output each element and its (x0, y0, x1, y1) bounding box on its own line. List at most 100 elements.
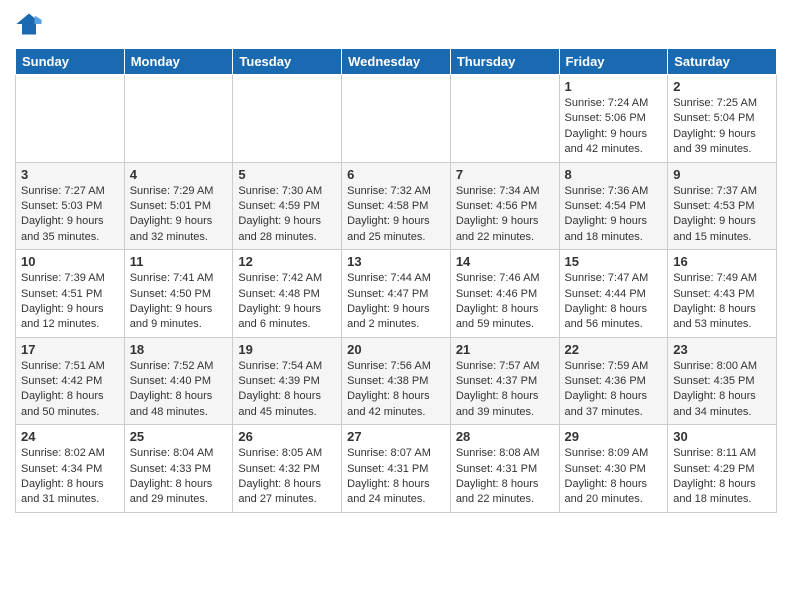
day-number: 16 (673, 254, 771, 269)
calendar-cell: 4 Sunrise: 7:29 AM Sunset: 5:01 PM Daylig… (124, 162, 233, 250)
day-info: Sunrise: 7:27 AM Sunset: 5:03 PM Dayligh… (21, 184, 119, 246)
calendar-cell (342, 75, 451, 163)
calendar-cell: 29 Sunrise: 8:09 AM Sunset: 4:30 PM Dayli… (559, 425, 668, 513)
week-row-1: 1 Sunrise: 7:24 AM Sunset: 5:06 PM Daylig… (16, 75, 777, 163)
day-info: Sunrise: 7:29 AM Sunset: 5:01 PM Dayligh… (130, 184, 228, 246)
day-info: Sunrise: 7:24 AM Sunset: 5:06 PM Dayligh… (565, 96, 663, 158)
calendar-cell: 13 Sunrise: 7:44 AM Sunset: 4:47 PM Dayli… (342, 250, 451, 338)
week-row-5: 24 Sunrise: 8:02 AM Sunset: 4:34 PM Dayli… (16, 425, 777, 513)
calendar-cell: 14Sunrise: 7:46 AM Sunset: 4:46 PM Dayli… (450, 250, 559, 338)
calendar-cell: 8 Sunrise: 7:36 AM Sunset: 4:54 PM Daylig… (559, 162, 668, 250)
calendar-cell: 22 Sunrise: 7:59 AM Sunset: 4:36 PM Dayli… (559, 337, 668, 425)
day-info: Sunrise: 7:32 AM Sunset: 4:58 PM Dayligh… (347, 184, 445, 246)
day-number: 5 (238, 167, 336, 182)
day-number: 8 (565, 167, 663, 182)
day-number: 20 (347, 342, 445, 357)
calendar-cell: 23 Sunrise: 8:00 AM Sunset: 4:35 PM Dayli… (668, 337, 777, 425)
header-day-sunday: Sunday (16, 49, 125, 75)
day-info: Sunrise: 8:05 AM Sunset: 4:32 PM Dayligh… (238, 446, 336, 508)
calendar-cell: 9 Sunrise: 7:37 AM Sunset: 4:53 PM Daylig… (668, 162, 777, 250)
day-info: Sunrise: 8:08 AM Sunset: 4:31 PM Dayligh… (456, 446, 554, 508)
day-number: 29 (565, 429, 663, 444)
day-number: 13 (347, 254, 445, 269)
day-info: Sunrise: 7:56 AM Sunset: 4:38 PM Dayligh… (347, 359, 445, 421)
day-info: Sunrise: 7:51 AM Sunset: 4:42 PM Dayligh… (21, 359, 119, 421)
calendar-cell: 2 Sunrise: 7:25 AM Sunset: 5:04 PM Daylig… (668, 75, 777, 163)
day-info: Sunrise: 7:36 AM Sunset: 4:54 PM Dayligh… (565, 184, 663, 246)
day-info: Sunrise: 7:44 AM Sunset: 4:47 PM Dayligh… (347, 271, 445, 333)
header-day-tuesday: Tuesday (233, 49, 342, 75)
page-header (15, 10, 777, 38)
day-number: 23 (673, 342, 771, 357)
header-day-friday: Friday (559, 49, 668, 75)
day-info: Sunrise: 8:04 AM Sunset: 4:33 PM Dayligh… (130, 446, 228, 508)
calendar-cell: 7Sunrise: 7:34 AM Sunset: 4:56 PM Daylig… (450, 162, 559, 250)
day-info: Sunrise: 7:59 AM Sunset: 4:36 PM Dayligh… (565, 359, 663, 421)
header-day-saturday: Saturday (668, 49, 777, 75)
day-number: 6 (347, 167, 445, 182)
day-info: Sunrise: 8:11 AM Sunset: 4:29 PM Dayligh… (673, 446, 771, 508)
day-info: Sunrise: 7:30 AM Sunset: 4:59 PM Dayligh… (238, 184, 336, 246)
day-info: Sunrise: 7:57 AM Sunset: 4:37 PM Dayligh… (456, 359, 554, 421)
calendar-cell: 10 Sunrise: 7:39 AM Sunset: 4:51 PM Dayli… (16, 250, 125, 338)
day-number: 30 (673, 429, 771, 444)
calendar-cell: 28 Sunrise: 8:08 AM Sunset: 4:31 PM Dayli… (450, 425, 559, 513)
day-number: 1 (565, 79, 663, 94)
day-number: 21 (456, 342, 554, 357)
day-number: 10 (21, 254, 119, 269)
calendar-table: SundayMondayTuesdayWednesdayThursdayFrid… (15, 48, 777, 513)
day-number: 11 (130, 254, 228, 269)
day-info: Sunrise: 7:42 AM Sunset: 4:48 PM Dayligh… (238, 271, 336, 333)
day-info: Sunrise: 8:07 AM Sunset: 4:31 PM Dayligh… (347, 446, 445, 508)
calendar-cell (16, 75, 125, 163)
day-info: Sunrise: 7:49 AM Sunset: 4:43 PM Dayligh… (673, 271, 771, 333)
day-number: 17 (21, 342, 119, 357)
day-number: 28 (456, 429, 554, 444)
day-info: Sunrise: 7:39 AM Sunset: 4:51 PM Dayligh… (21, 271, 119, 333)
calendar-cell: 16 Sunrise: 7:49 AM Sunset: 4:43 PM Dayli… (668, 250, 777, 338)
day-info: Sunrise: 7:41 AM Sunset: 4:50 PM Dayligh… (130, 271, 228, 333)
day-number: 3 (21, 167, 119, 182)
calendar-cell: 6 Sunrise: 7:32 AM Sunset: 4:58 PM Daylig… (342, 162, 451, 250)
day-info: Sunrise: 7:47 AM Sunset: 4:44 PM Dayligh… (565, 271, 663, 333)
calendar-cell: 12 Sunrise: 7:42 AM Sunset: 4:48 PM Dayli… (233, 250, 342, 338)
header-day-monday: Monday (124, 49, 233, 75)
calendar-cell: 11 Sunrise: 7:41 AM Sunset: 4:50 PM Dayli… (124, 250, 233, 338)
day-info: Sunrise: 7:54 AM Sunset: 4:39 PM Dayligh… (238, 359, 336, 421)
calendar-cell: 17 Sunrise: 7:51 AM Sunset: 4:42 PM Dayli… (16, 337, 125, 425)
day-number: 22 (565, 342, 663, 357)
day-number: 27 (347, 429, 445, 444)
calendar-cell: 30 Sunrise: 8:11 AM Sunset: 4:29 PM Dayli… (668, 425, 777, 513)
header-row: SundayMondayTuesdayWednesdayThursdayFrid… (16, 49, 777, 75)
day-number: 19 (238, 342, 336, 357)
day-info: Sunrise: 8:02 AM Sunset: 4:34 PM Dayligh… (21, 446, 119, 508)
day-number: 7 (456, 167, 554, 182)
day-info: Sunrise: 7:37 AM Sunset: 4:53 PM Dayligh… (673, 184, 771, 246)
day-number: 18 (130, 342, 228, 357)
calendar-cell (233, 75, 342, 163)
day-info: Sunrise: 8:00 AM Sunset: 4:35 PM Dayligh… (673, 359, 771, 421)
week-row-3: 10 Sunrise: 7:39 AM Sunset: 4:51 PM Dayli… (16, 250, 777, 338)
day-number: 12 (238, 254, 336, 269)
header-day-wednesday: Wednesday (342, 49, 451, 75)
calendar-cell: 19 Sunrise: 7:54 AM Sunset: 4:39 PM Dayli… (233, 337, 342, 425)
header-day-thursday: Thursday (450, 49, 559, 75)
day-info: Sunrise: 7:25 AM Sunset: 5:04 PM Dayligh… (673, 96, 771, 158)
day-number: 2 (673, 79, 771, 94)
calendar-cell (124, 75, 233, 163)
calendar-cell: 27 Sunrise: 8:07 AM Sunset: 4:31 PM Dayli… (342, 425, 451, 513)
calendar-cell: 26 Sunrise: 8:05 AM Sunset: 4:32 PM Dayli… (233, 425, 342, 513)
day-number: 24 (21, 429, 119, 444)
day-info: Sunrise: 8:09 AM Sunset: 4:30 PM Dayligh… (565, 446, 663, 508)
day-number: 14 (456, 254, 554, 269)
calendar-cell: 1 Sunrise: 7:24 AM Sunset: 5:06 PM Daylig… (559, 75, 668, 163)
logo (15, 10, 47, 38)
day-number: 4 (130, 167, 228, 182)
week-row-4: 17 Sunrise: 7:51 AM Sunset: 4:42 PM Dayli… (16, 337, 777, 425)
calendar-cell: 15Sunrise: 7:47 AM Sunset: 4:44 PM Dayli… (559, 250, 668, 338)
calendar-cell: 24 Sunrise: 8:02 AM Sunset: 4:34 PM Dayli… (16, 425, 125, 513)
day-number: 26 (238, 429, 336, 444)
day-number: 9 (673, 167, 771, 182)
calendar-cell (450, 75, 559, 163)
week-row-2: 3 Sunrise: 7:27 AM Sunset: 5:03 PM Daylig… (16, 162, 777, 250)
